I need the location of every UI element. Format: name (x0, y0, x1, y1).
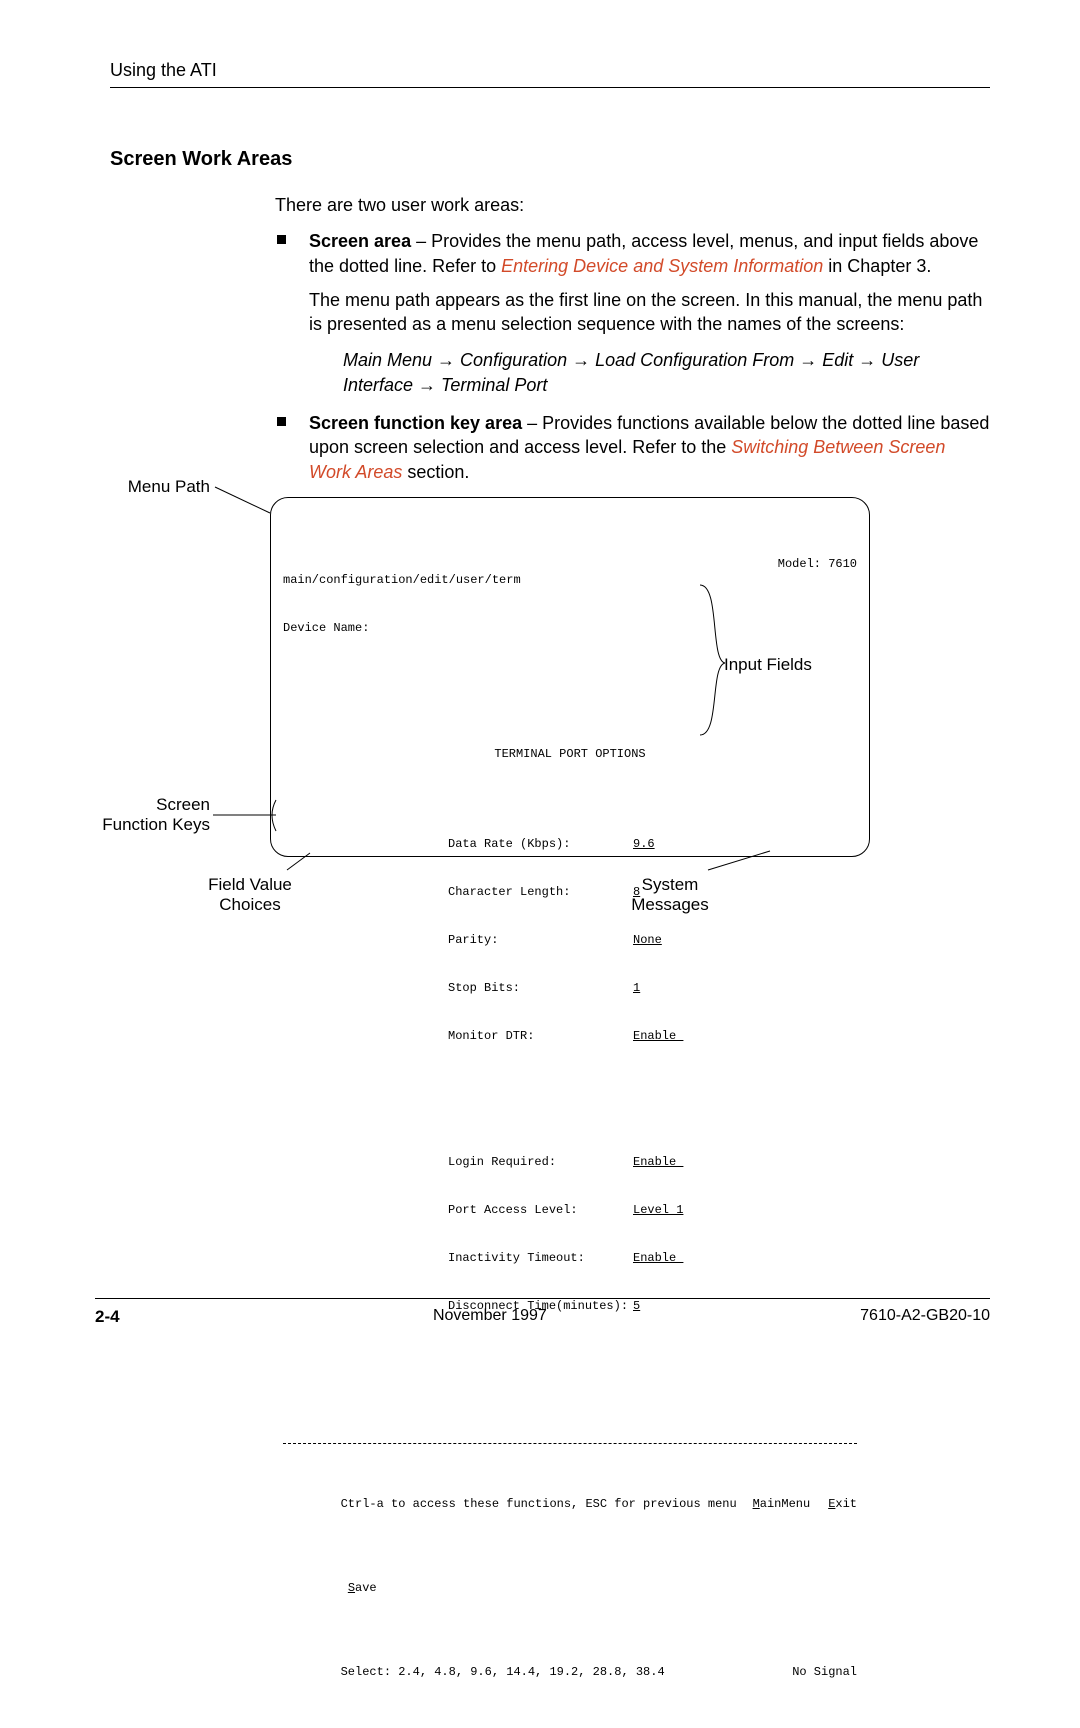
terminal-path: main/configuration/edit/user/term (283, 572, 857, 588)
field-inactivity-label: Inactivity Timeout: (448, 1250, 633, 1266)
page: Using the ATI Screen Work Areas There ar… (0, 0, 1080, 1397)
page-footer: 2-4 November 1997 7610-A2-GB20-10 (95, 1298, 990, 1327)
terminal-diagram: Menu Path Screen Function Keys Field Val… (110, 475, 990, 915)
intro-paragraph: There are two user work areas: (275, 193, 990, 217)
footer-date: November 1997 (433, 1307, 547, 1327)
save-command[interactable]: Save (341, 1581, 377, 1595)
terminal-title: TERMINAL PORT OPTIONS (283, 746, 857, 762)
bullet-para2: The menu path appears as the first line … (309, 288, 990, 337)
field-monitor-dtr-value[interactable]: Enable (633, 1029, 683, 1043)
field-login-req-value[interactable]: Enable (633, 1155, 683, 1169)
field-stop-bits-label: Stop Bits: (448, 980, 633, 996)
field-data-rate-value[interactable]: 9.6 (633, 837, 655, 851)
bullet-lead-bold: Screen area (309, 231, 411, 251)
select-line: Select: 2.4, 4.8, 9.6, 14.4, 19.2, 28.8,… (341, 1665, 665, 1679)
exit-command[interactable]: Exit (828, 1497, 857, 1511)
terminal-fields-group-a: Data Rate (Kbps):9.6 Character Length:8 … (283, 804, 857, 1076)
field-inactivity-value[interactable]: Enable (633, 1251, 683, 1265)
bullet2-lead-bold: Screen function key area (309, 413, 522, 433)
main-menu-command[interactable]: MainMenu (753, 1497, 811, 1511)
footer-doc-id: 7610-A2-GB20-10 (860, 1307, 990, 1327)
field-parity-label: Parity: (448, 932, 633, 948)
field-char-length-label: Character Length: (448, 884, 633, 900)
bullet-screen-fn-key-area: Screen function key area – Provides func… (275, 411, 990, 484)
field-port-access-label: Port Access Level: (448, 1202, 633, 1218)
page-number: 2-4 (95, 1307, 120, 1327)
section-title: Screen Work Areas (110, 148, 990, 171)
menu-path-sequence: Main Menu → Configuration → Load Configu… (343, 348, 990, 397)
no-signal-message: No Signal (792, 1664, 857, 1680)
field-data-rate-label: Data Rate (Kbps): (448, 836, 633, 852)
bullet-screen-area: Screen area – Provides the menu path, ac… (275, 229, 990, 397)
terminal-divider (283, 1443, 857, 1444)
terminal-screen: main/configuration/edit/user/term Device… (270, 497, 870, 857)
field-char-length-value[interactable]: 8 (633, 885, 640, 899)
bullet-after-link: in Chapter 3. (823, 256, 931, 276)
field-login-req-label: Login Required: (448, 1154, 633, 1170)
terminal-model-label: Model: (778, 557, 821, 571)
fn-hint: Ctrl-a to access these functions, ESC fo… (341, 1497, 737, 1511)
running-head: Using the ATI (110, 60, 990, 88)
field-parity-value[interactable]: None (633, 933, 662, 947)
body-text: There are two user work areas: Screen ar… (275, 193, 990, 484)
field-stop-bits-value[interactable]: 1 (633, 981, 640, 995)
field-port-access-value[interactable]: Level 1 (633, 1203, 683, 1217)
terminal-model-value: 7610 (828, 557, 857, 571)
field-monitor-dtr-label: Monitor DTR: (448, 1028, 633, 1044)
terminal-device-label: Device Name: (283, 620, 857, 636)
link-entering-device-info[interactable]: Entering Device and System Information (501, 256, 823, 276)
